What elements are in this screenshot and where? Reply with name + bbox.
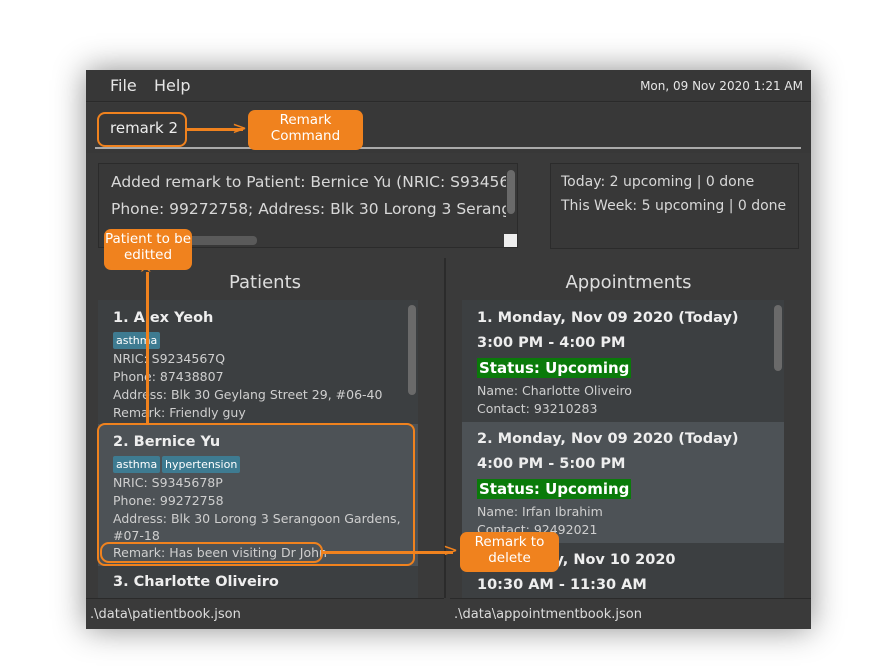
scroll-corner [504,234,517,247]
appointment-name: Name: Irfan Ibrahim [477,504,603,519]
appointment-time: 4:00 PM - 5:00 PM [477,456,626,472]
appointment-file-path: .\data\appointmentbook.json [454,607,642,622]
appointment-scrollbar[interactable] [774,305,782,371]
patient-remark: Remark: Friendly guy [113,405,246,420]
patient-card[interactable]: 3. Charlotte Oliveiro [98,566,418,598]
patient-status-bar: .\data\patientbook.json [86,598,444,629]
appointment-date: 1. Monday, Nov 09 2020 (Today) [477,310,739,326]
arrow-line [146,272,149,424]
command-underline [95,147,801,149]
patient-nric: NRIC: S9234567Q [113,351,226,366]
status-badge: Status: Upcoming [477,358,632,378]
stats-week: This Week: 5 upcoming | 0 done [561,198,787,214]
appointment-contact: Contact: 93210283 [477,401,598,416]
arrow-head-icon: ^ [139,264,153,283]
appointment-name: Name: Charlotte Oliveiro [477,383,632,398]
remark-highlight [100,542,323,563]
result-line-1: Added remark to Patient: Bernice Yu (NRI… [111,173,506,191]
result-line-2: Phone: 99272758; Address: Blk 30 Lorong … [111,200,506,218]
menu-file[interactable]: File [110,76,137,95]
appointment-date: 2. Monday, Nov 09 2020 (Today) [477,431,739,447]
stats-panel: Today: 2 upcoming | 0 done This Week: 5 … [550,163,799,249]
appointment-card[interactable]: 2. Monday, Nov 09 2020 (Today) 4:00 PM -… [462,422,784,543]
command-highlight [97,112,187,147]
appointments-title: Appointments [565,272,692,293]
stats-today: Today: 2 upcoming | 0 done [561,174,755,190]
clock: Mon, 09 Nov 2020 1:21 AM [640,79,803,93]
appointment-time: 3:00 PM - 4:00 PM [477,335,626,351]
annotation-remark-delete: Remark to delete [460,532,559,572]
patient-file-path: .\data\patientbook.json [90,607,241,622]
menu-bar: File Help Mon, 09 Nov 2020 1:21 AM [86,70,811,102]
menu-help[interactable]: Help [154,76,190,95]
patient-scrollbar[interactable] [408,305,416,395]
appointment-card[interactable]: 1. Monday, Nov 09 2020 (Today) 3:00 PM -… [462,300,784,422]
result-vscroll[interactable] [507,170,515,214]
annotation-remark-command: Remark Command [248,110,363,150]
patient-address: Address: Blk 30 Geylang Street 29, #06-4… [113,387,383,402]
appointment-status-bar: .\data\appointmentbook.json [450,598,811,629]
arrow-line [323,551,453,554]
status-badge: Status: Upcoming [477,479,632,499]
arrow-head-icon: > [443,540,459,561]
tag: asthma [113,332,161,349]
arrow-head-icon: > [232,118,248,139]
patient-phone: Phone: 87438807 [113,369,224,384]
appointment-time: 10:30 AM - 11:30 AM [477,577,647,593]
patient-name: 3. Charlotte Oliveiro [113,574,279,590]
patient-name: 1. Alex Yeoh [113,310,214,326]
